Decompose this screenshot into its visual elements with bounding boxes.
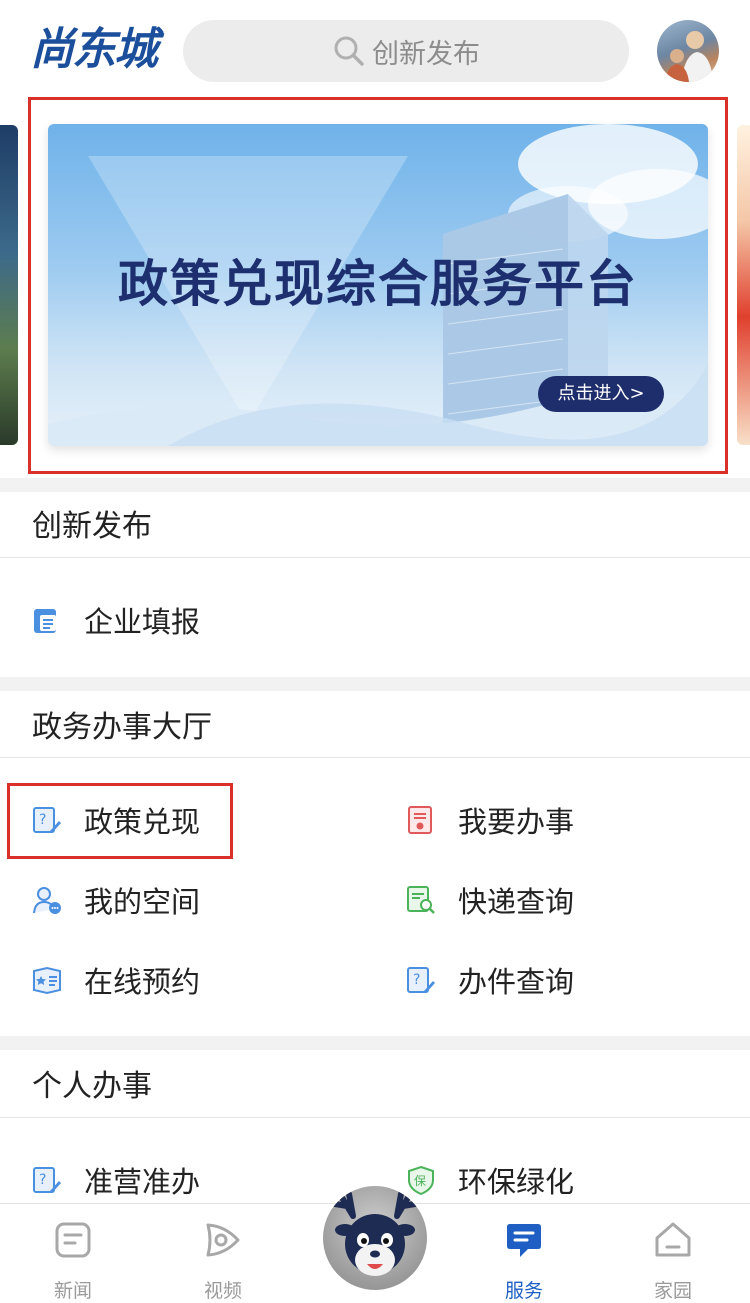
section-title-gov-hall: 政务办事大厅 xyxy=(32,710,212,745)
center-mascot-button[interactable] xyxy=(323,1186,427,1290)
item-label: 在线预约 xyxy=(84,965,201,999)
tab-video[interactable]: 视频 xyxy=(173,1204,273,1302)
avatar-photo-icon xyxy=(665,31,713,82)
item-label: 准营准办 xyxy=(84,1165,201,1199)
section-gap xyxy=(0,1036,750,1050)
policy-banner[interactable]: 政策兑现综合服务平台 点击进入> xyxy=(48,124,708,446)
question-edit-icon: ? xyxy=(33,1167,61,1193)
home-icon xyxy=(655,1222,691,1257)
user-chat-icon xyxy=(33,887,61,914)
item-label: 政策兑现 xyxy=(84,805,201,839)
search-bar[interactable]: 创新发布 xyxy=(183,20,629,82)
tab-label: 服务 xyxy=(504,1280,543,1302)
svg-text:?: ? xyxy=(39,1172,46,1188)
service-chat-icon xyxy=(507,1224,541,1257)
item-label: 我的空间 xyxy=(84,885,201,919)
shield-badge-text: 保 xyxy=(414,1174,426,1188)
enterprise-report-icon xyxy=(34,609,56,633)
tab-label: 视频 xyxy=(203,1280,242,1302)
tab-service[interactable]: 服务 xyxy=(474,1204,574,1302)
item-label: 办件查询 xyxy=(458,965,575,999)
search-placeholder: 创新发布 xyxy=(372,38,480,70)
ticket-star-icon xyxy=(33,966,61,995)
document-seal-icon xyxy=(408,806,432,834)
search-icon xyxy=(334,36,364,66)
user-avatar[interactable] xyxy=(657,20,719,82)
policy-question-icon: ? xyxy=(33,807,61,833)
service-item-todo[interactable]: 我要办事 xyxy=(406,798,574,842)
service-item-my-space[interactable]: 我的空间 xyxy=(32,878,200,922)
item-label: 环保绿化 xyxy=(458,1165,575,1199)
service-item-enterprise-report[interactable]: 企业填报 xyxy=(32,598,200,642)
tab-label: 新闻 xyxy=(53,1280,92,1302)
service-item-case-query[interactable]: ? 办件查询 xyxy=(406,958,574,1002)
service-item-environment[interactable]: 保 环保绿化 xyxy=(406,1158,574,1202)
banner-title: 政策兑现综合服务平台 xyxy=(118,254,638,313)
service-item-policy[interactable]: ? 政策兑现 xyxy=(32,798,200,842)
tab-label: 家园 xyxy=(653,1280,692,1302)
news-icon xyxy=(55,1222,91,1258)
item-label: 企业填报 xyxy=(84,605,201,639)
service-item-express[interactable]: 快递查询 xyxy=(406,878,574,922)
app-logo[interactable]: 尚东城 xyxy=(30,22,158,78)
document-search-icon xyxy=(407,886,435,914)
shield-protect-icon: 保 xyxy=(408,1165,434,1195)
divider xyxy=(0,1117,750,1118)
deer-mascot-icon xyxy=(332,1191,418,1276)
carousel-prev-card[interactable] xyxy=(0,125,18,445)
tab-home[interactable]: 家园 xyxy=(623,1204,723,1302)
svg-text:?: ? xyxy=(39,812,46,828)
divider xyxy=(0,757,750,758)
banner-enter-button[interactable]: 点击进入> xyxy=(538,376,664,412)
section-title-personal: 个人办事 xyxy=(32,1069,152,1104)
section-title-innovation: 创新发布 xyxy=(32,509,152,544)
service-item-business-permit[interactable]: ? 准营准办 xyxy=(32,1158,200,1202)
item-label: 快递查询 xyxy=(458,885,575,919)
divider xyxy=(0,557,750,558)
question-edit-icon: ? xyxy=(407,967,435,993)
carousel-next-card[interactable] xyxy=(737,125,750,445)
service-item-online-booking[interactable]: 在线预约 xyxy=(32,958,200,1002)
section-gap xyxy=(0,677,750,691)
header: 尚东城 创新发布 xyxy=(0,0,750,100)
video-play-icon xyxy=(206,1223,240,1257)
svg-text:?: ? xyxy=(413,972,420,988)
tab-news[interactable]: 新闻 xyxy=(23,1204,123,1302)
section-gap xyxy=(0,478,750,492)
item-label: 我要办事 xyxy=(458,805,575,839)
